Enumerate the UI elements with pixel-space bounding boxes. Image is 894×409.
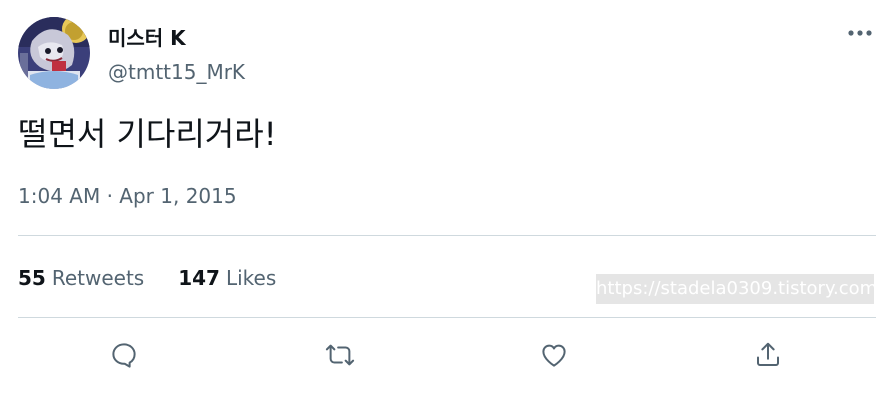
share-icon [757,342,779,366]
avatar[interactable] [18,17,90,89]
retweet-button[interactable] [321,336,359,374]
heart-icon [542,344,566,367]
retweets-count: 55 [18,266,46,290]
user-handle[interactable]: @tmtt15_MrK [108,60,245,84]
likes-stat[interactable]: 147 Likes [178,264,276,292]
retweets-label: Retweets [51,266,145,290]
divider [18,235,876,236]
retweets-stat[interactable]: 55 Retweets [18,264,144,292]
share-button[interactable] [749,336,787,374]
more-options-button[interactable] [840,20,880,46]
tweet-time[interactable]: 1:04 AM [18,184,100,208]
tweet-stats: 55 Retweets 147 Likes [18,264,276,292]
divider [18,317,876,318]
avatar-image [18,17,90,89]
reply-icon [112,343,136,368]
tweet-date[interactable]: Apr 1, 2015 [119,184,236,208]
timestamp-separator: · [106,184,113,208]
reply-button[interactable] [105,336,143,374]
tweet-timestamp: 1:04 AM · Apr 1, 2015 [18,183,237,209]
likes-label: Likes [225,266,277,290]
watermark: https://stadela0309.tistory.com [596,274,874,304]
like-button[interactable] [535,336,573,374]
likes-count: 147 [178,266,220,290]
display-name[interactable]: 미스터 K [108,26,186,50]
tweet-text: 떨면서 기다리거라! [18,115,277,153]
more-horizontal-icon [848,30,872,36]
retweet-icon [325,344,355,366]
